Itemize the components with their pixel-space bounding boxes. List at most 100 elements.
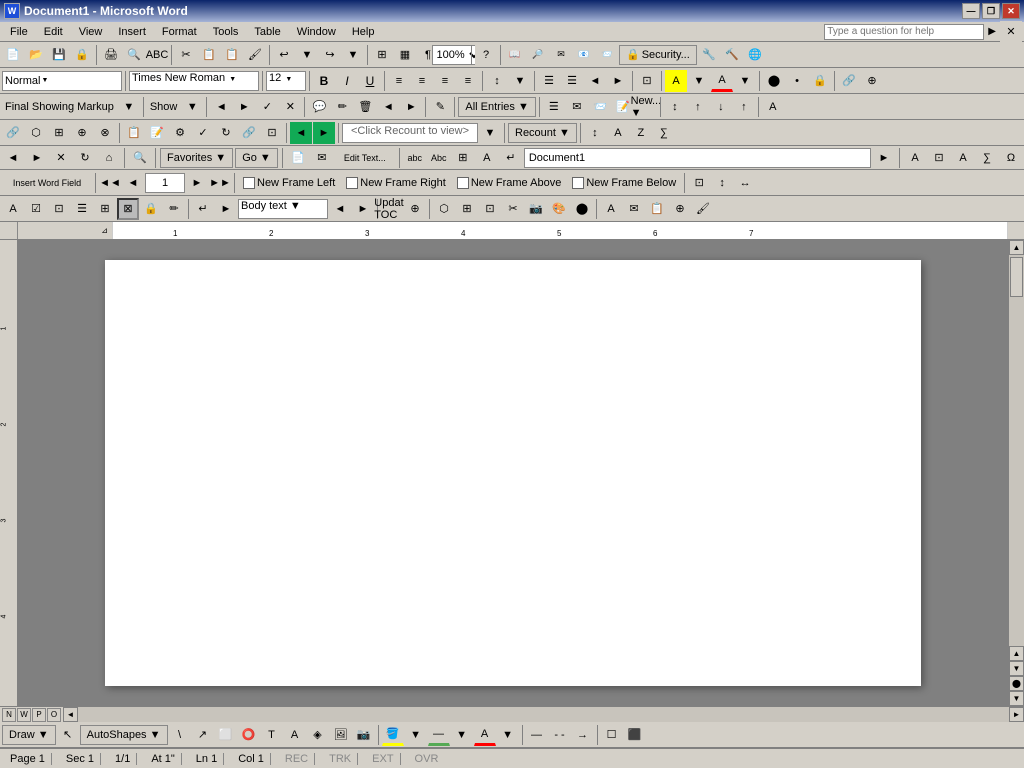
extra-b3[interactable]: Z bbox=[630, 122, 652, 144]
extra-btn1[interactable]: 🔗 bbox=[838, 70, 860, 92]
doc-btn1[interactable]: 📄 bbox=[287, 147, 309, 169]
f2-extra6[interactable]: 🎨 bbox=[548, 198, 570, 220]
hscroll-left-button[interactable]: ◄ bbox=[63, 707, 78, 722]
bullets-button[interactable]: ☰ bbox=[538, 70, 560, 92]
stop-button[interactable]: ✕ bbox=[50, 147, 72, 169]
rect-btn[interactable]: ⬜ bbox=[215, 724, 237, 746]
f2-extra3[interactable]: ⊡ bbox=[479, 198, 501, 220]
extra-d1[interactable]: ⊡ bbox=[688, 172, 710, 194]
mail2-button[interactable]: 📧 bbox=[573, 44, 595, 66]
extra-d2[interactable]: ↕ bbox=[711, 172, 733, 194]
circle-icon[interactable]: ⬤ bbox=[763, 70, 785, 92]
permission-button[interactable]: 🔒 bbox=[71, 44, 93, 66]
recount-button[interactable]: Recount ▼ bbox=[508, 123, 577, 143]
extra-review-btn2[interactable]: ✉ bbox=[566, 96, 588, 118]
help-button[interactable]: ? bbox=[475, 44, 497, 66]
increase-indent-button[interactable]: ► bbox=[607, 70, 629, 92]
extra-a1[interactable]: 🔗 bbox=[2, 122, 24, 144]
show-dropdown[interactable]: ▼ bbox=[181, 96, 203, 118]
align-right-button[interactable]: ≡ bbox=[434, 70, 456, 92]
markup-dropdown[interactable]: ▼ bbox=[118, 96, 140, 118]
edit-text-btn[interactable]: Edit Text... bbox=[335, 147, 395, 169]
f2-extra12[interactable]: 🖌 bbox=[692, 198, 714, 220]
address-input[interactable] bbox=[524, 148, 871, 168]
extra-b1[interactable]: ↕ bbox=[584, 122, 606, 144]
prev-page-btn[interactable]: ◄ bbox=[122, 172, 144, 194]
scroll-up-button[interactable]: ▲ bbox=[1009, 240, 1024, 255]
f2-btn7[interactable]: ✏ bbox=[163, 198, 185, 220]
extra-c2[interactable]: ⊡ bbox=[928, 147, 950, 169]
clipart-btn[interactable]: 🖼 bbox=[330, 724, 352, 746]
menu-insert[interactable]: Insert bbox=[110, 24, 154, 40]
f2-btn4[interactable]: ☰ bbox=[71, 198, 93, 220]
align-left-button[interactable]: ≡ bbox=[388, 70, 410, 92]
highlight-dropdown[interactable]: ▼ bbox=[688, 70, 710, 92]
menu-tools[interactable]: Tools bbox=[205, 24, 247, 40]
extra5[interactable]: A bbox=[762, 96, 784, 118]
last-page-btn[interactable]: ►► bbox=[209, 172, 231, 194]
next-page-btn[interactable]: ► bbox=[186, 172, 208, 194]
f2-extra5[interactable]: 📷 bbox=[525, 198, 547, 220]
update-toc-btn[interactable]: Update TOC bbox=[381, 198, 403, 220]
dash-style-btn[interactable]: - - bbox=[549, 724, 571, 746]
next-change-button[interactable]: ► bbox=[233, 96, 255, 118]
track-changes-button[interactable]: ✎ bbox=[429, 96, 451, 118]
f2-btn9[interactable]: ► bbox=[215, 198, 237, 220]
research-button[interactable]: 🔎 bbox=[527, 44, 549, 66]
comment-button[interactable]: 💬 bbox=[308, 96, 330, 118]
outline-view-button[interactable]: O bbox=[47, 708, 61, 722]
paste-button[interactable]: 📋 bbox=[221, 44, 243, 66]
document-page[interactable] bbox=[105, 260, 921, 686]
line-spacing-button[interactable]: ↕ bbox=[486, 70, 508, 92]
toc-btn6[interactable]: 🔗 bbox=[238, 122, 260, 144]
extra-a3[interactable]: ⊞ bbox=[48, 122, 70, 144]
new-frame-left-button[interactable]: New Frame Left bbox=[238, 175, 340, 191]
field-btn3[interactable]: ↵ bbox=[500, 147, 522, 169]
line-color-dropdown[interactable]: ▼ bbox=[451, 724, 473, 746]
arrow-style-btn[interactable]: → bbox=[572, 724, 594, 746]
reject-button[interactable]: ✕ bbox=[279, 96, 301, 118]
minimize-button[interactable]: — bbox=[962, 3, 980, 19]
favorites-dropdown[interactable]: Favorites ▼ bbox=[160, 148, 233, 168]
extra-d3[interactable]: ↔ bbox=[734, 172, 756, 194]
scroll-browse[interactable]: ⬤ bbox=[1009, 676, 1024, 691]
home-button[interactable]: ⌂ bbox=[98, 147, 120, 169]
wordart-btn[interactable]: A bbox=[284, 724, 306, 746]
sort-btn4[interactable]: ↑ bbox=[733, 96, 755, 118]
new-frame-right-button[interactable]: New Frame Right bbox=[341, 175, 451, 191]
ruler-white-area[interactable]: 1 2 3 4 5 6 7 bbox=[113, 222, 1008, 239]
menu-table[interactable]: Table bbox=[246, 24, 288, 40]
toc-btn3[interactable]: ⚙ bbox=[169, 122, 191, 144]
extra-c4[interactable]: ∑ bbox=[976, 147, 998, 169]
arrow-btn[interactable]: ↗ bbox=[192, 724, 214, 746]
table-button[interactable]: ⊞ bbox=[371, 44, 393, 66]
columns-button[interactable]: ▦ bbox=[394, 44, 416, 66]
scroll-page-down[interactable]: ▼ bbox=[1009, 661, 1024, 676]
print-preview-button[interactable]: 🔍 bbox=[123, 44, 145, 66]
numbering-button[interactable]: ☰ bbox=[561, 70, 583, 92]
extra-c1[interactable]: A bbox=[904, 147, 926, 169]
scroll-down-button[interactable]: ▼ bbox=[1009, 691, 1024, 706]
abc-btn2[interactable]: Abc bbox=[428, 147, 450, 169]
extra-c5[interactable]: Ω bbox=[1000, 147, 1022, 169]
help-search-input[interactable] bbox=[824, 24, 984, 40]
extra-a5[interactable]: ⊗ bbox=[94, 122, 116, 144]
autoshapes-dropdown[interactable]: AutoShapes ▼ bbox=[80, 725, 168, 745]
line-color-btn[interactable]: — bbox=[428, 724, 450, 746]
extra-a2[interactable]: ⬡ bbox=[25, 122, 47, 144]
save-button[interactable]: 💾 bbox=[48, 44, 70, 66]
insert-word-field-btn[interactable]: Insert Word Field bbox=[2, 172, 92, 194]
new-label-btn[interactable]: New... ▼ bbox=[635, 96, 657, 118]
toc-btn4[interactable]: ✓ bbox=[192, 122, 214, 144]
abc-btn[interactable]: abc bbox=[404, 147, 426, 169]
extra-btn2[interactable]: ⊕ bbox=[861, 70, 883, 92]
f2-extra7[interactable]: ⬤ bbox=[571, 198, 593, 220]
italic-button[interactable]: I bbox=[336, 70, 358, 92]
read-button[interactable]: 📖 bbox=[504, 44, 526, 66]
diagram-btn[interactable]: ◈ bbox=[307, 724, 329, 746]
font-color2-btn[interactable]: A bbox=[474, 724, 496, 746]
tools-btn3[interactable]: 🔨 bbox=[721, 44, 743, 66]
sort-btn3[interactable]: ↓ bbox=[710, 96, 732, 118]
redo-dropdown[interactable]: ▼ bbox=[342, 44, 364, 66]
close-button[interactable]: ✕ bbox=[1002, 3, 1020, 19]
